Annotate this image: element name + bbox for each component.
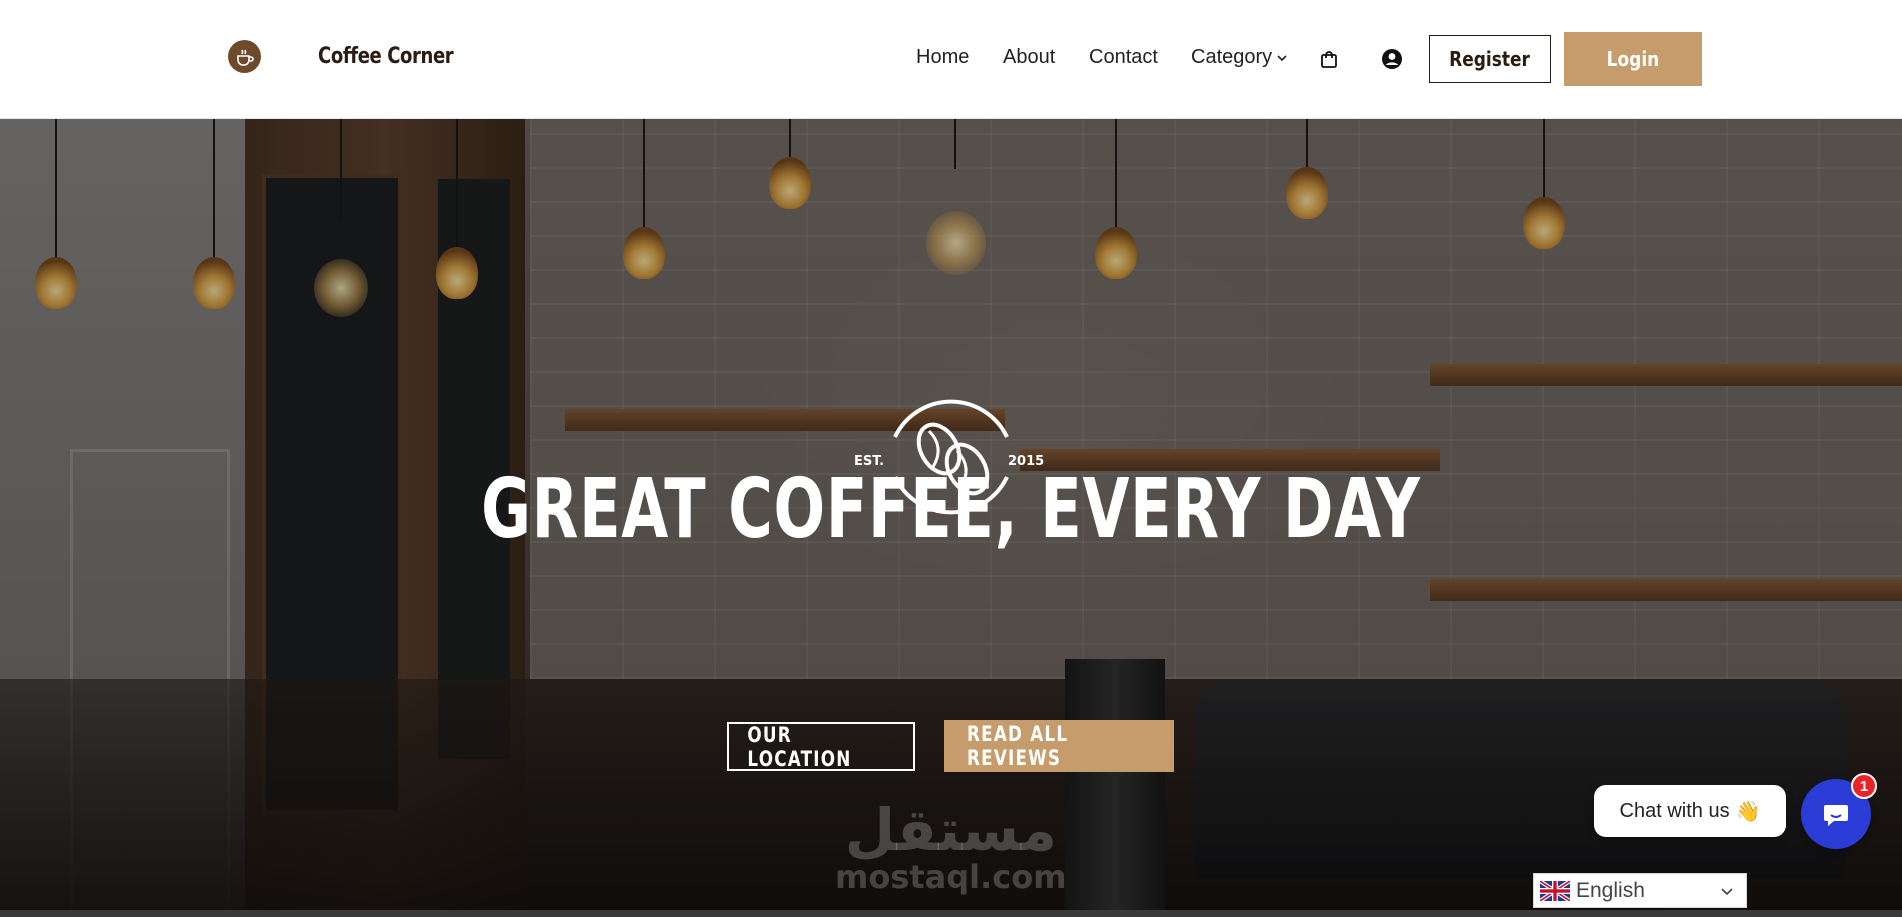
chevron-down-icon: [1721, 888, 1733, 896]
login-button[interactable]: Login: [1564, 32, 1702, 86]
language-selector[interactable]: English: [1533, 873, 1747, 908]
register-button[interactable]: Register: [1429, 35, 1551, 83]
read-reviews-label: READ ALL REVIEWS: [967, 722, 1069, 770]
chevron-down-icon: [1277, 54, 1287, 61]
nav-category-dropdown[interactable]: Category: [1191, 46, 1288, 69]
bottom-scrollbar: [0, 910, 1902, 917]
coffee-cup-logo-icon[interactable]: [228, 40, 261, 73]
register-label: Register: [1449, 47, 1531, 71]
waving-hand-icon: 👋: [1735, 800, 1761, 823]
chat-bubble[interactable]: Chat with us 👋: [1594, 785, 1786, 837]
uk-flag-icon: [1540, 880, 1570, 901]
hero-title: GREAT COFFEE, EVERY DAY: [0, 462, 1902, 557]
read-reviews-button[interactable]: READ ALL REVIEWS: [944, 720, 1174, 772]
our-location-button[interactable]: OUR LOCATION: [727, 722, 915, 771]
site-header: Coffee Corner Home About Contact Categor…: [0, 0, 1902, 119]
nav-about[interactable]: About: [1003, 46, 1055, 69]
nav-contact[interactable]: Contact: [1089, 46, 1158, 69]
chat-notification-badge: 1: [1851, 773, 1877, 799]
our-location-label: OUR LOCATION: [747, 722, 852, 771]
hero-title-text: GREAT COFFEE, EVERY DAY: [481, 462, 1421, 557]
watermark-latin: mostaql.com: [835, 858, 1067, 896]
chat-message-icon: [1824, 805, 1848, 826]
shopping-bag-icon[interactable]: [1317, 47, 1341, 71]
language-selected-label: English: [1576, 878, 1645, 902]
brand-name[interactable]: Coffee Corner: [318, 44, 454, 69]
user-account-icon[interactable]: [1380, 47, 1404, 71]
watermark-arabic: مستقل: [844, 796, 1057, 864]
chat-bubble-text: Chat with us: [1619, 799, 1730, 822]
login-label: Login: [1606, 47, 1660, 71]
mostaql-watermark: مستقل mostaql.com: [835, 800, 1067, 894]
nav-home[interactable]: Home: [916, 46, 969, 69]
nav-category-label: Category: [1191, 46, 1273, 68]
